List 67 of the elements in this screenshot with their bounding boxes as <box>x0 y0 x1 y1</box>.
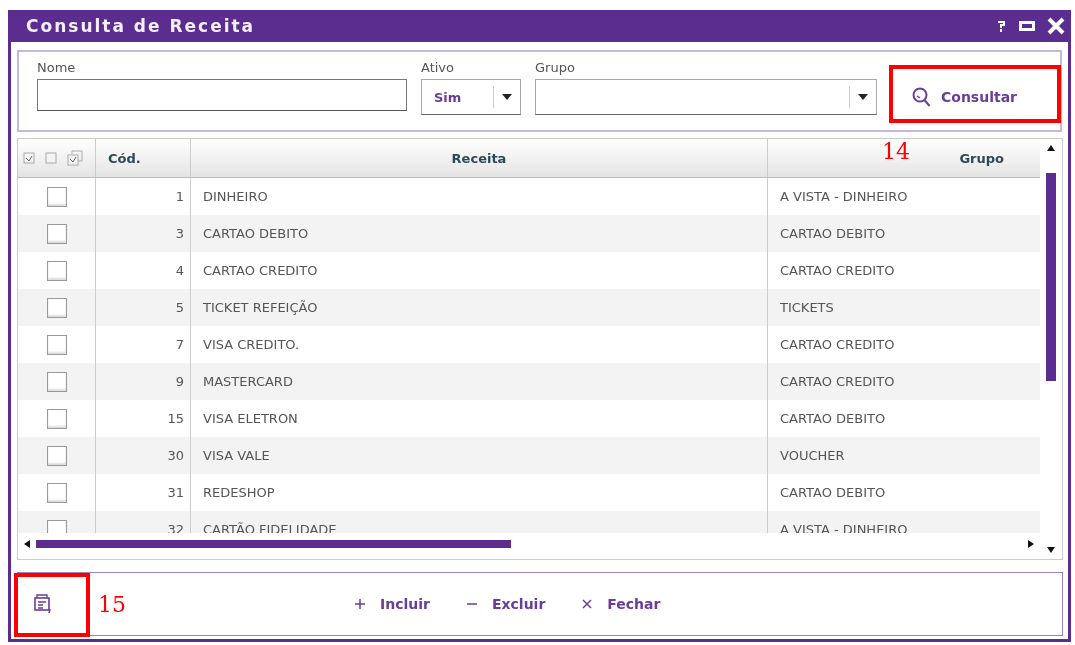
help-icon[interactable] <box>997 19 1007 33</box>
table-cell: VOUCHER <box>780 448 845 463</box>
caret-icon <box>858 93 868 101</box>
table-cell: 3 <box>175 226 184 241</box>
table-cell: REDESHOP <box>203 485 275 500</box>
row-checkbox[interactable] <box>46 260 67 281</box>
annotation-number: 14 <box>882 139 910 164</box>
caret-icon <box>502 93 512 101</box>
field-label: Ativo <box>421 60 456 75</box>
table-cell: TICKET REFEIÇÃO <box>203 300 318 315</box>
table-cell: CARTAO CREDITO <box>780 337 895 352</box>
scroll-down-icon[interactable] <box>1047 547 1055 553</box>
annotation-number: 15 <box>98 591 126 617</box>
search-icon <box>911 86 933 108</box>
window-title: Consulta de Receita <box>26 16 256 36</box>
table-cell: VISA VALE <box>203 448 270 463</box>
table-cell: CARTAO DEBITO <box>780 226 886 241</box>
close-icon[interactable] <box>1047 17 1065 35</box>
table-cell: VISA ELETRON <box>203 411 298 426</box>
table-cell: 15 <box>167 411 184 426</box>
scrollbar-thumb[interactable] <box>36 540 511 548</box>
scroll-up-icon[interactable] <box>1047 145 1055 151</box>
row-checkbox[interactable] <box>46 408 67 429</box>
column-header[interactable]: Receita <box>451 150 507 166</box>
table-cell: CARTAO DEBITO <box>780 411 886 426</box>
table-cell: CARTAO DEBITO <box>780 485 886 500</box>
name-input-field[interactable] <box>37 79 407 111</box>
row-checkbox[interactable] <box>46 519 67 533</box>
scrollbar-thumb[interactable] <box>1046 173 1056 381</box>
column-header[interactable]: Grupo <box>959 150 1004 166</box>
active-dropdown[interactable]: Sim <box>421 79 521 115</box>
row-checkbox[interactable] <box>46 334 67 355</box>
row-checkbox[interactable] <box>46 371 67 392</box>
table-cell: VISA CREDITO. <box>203 337 300 352</box>
table-cell: 5 <box>175 300 184 315</box>
footer-button[interactable]: Incluir <box>346 592 438 616</box>
field-label: Grupo <box>535 60 576 75</box>
table-cell: 1 <box>175 189 184 204</box>
row-checkbox[interactable] <box>46 186 67 207</box>
table-cell: A VISTA - DINHEIRO <box>780 189 908 204</box>
table-cell: 4 <box>175 263 184 278</box>
group-dropdown[interactable] <box>535 79 877 115</box>
table-cell: 30 <box>167 448 184 463</box>
footer-button[interactable]: Fechar <box>573 592 669 616</box>
table-cell: CARTAO DEBITO <box>203 226 309 241</box>
table-cell: DINHEIRO <box>203 189 268 204</box>
row-checkbox[interactable] <box>46 223 67 244</box>
table-cell: MASTERCARD <box>203 374 293 389</box>
table-cell: CARTAO CREDITO <box>203 263 318 278</box>
table-cell: CARTAO CREDITO <box>780 263 895 278</box>
field-label: Nome <box>37 60 77 75</box>
report-icon[interactable] <box>32 593 54 615</box>
plus-icon <box>354 598 366 610</box>
row-checkbox[interactable] <box>46 297 67 318</box>
maximize-icon[interactable] <box>1019 20 1035 32</box>
column-header[interactable]: Cód. <box>108 150 141 166</box>
footer-button[interactable]: Excluir <box>457 592 554 616</box>
table-cell: 31 <box>167 485 184 500</box>
close-icon <box>581 598 594 610</box>
scroll-left-icon[interactable] <box>24 540 30 548</box>
table-cell: TICKETS <box>780 300 834 315</box>
row-checkbox[interactable] <box>46 482 67 503</box>
table-cell: CARTAO CREDITO <box>780 374 895 389</box>
table-cell: 9 <box>175 374 184 389</box>
scroll-right-icon[interactable] <box>1028 540 1034 548</box>
row-checkbox[interactable] <box>46 445 67 466</box>
table-cell: 7 <box>175 337 184 352</box>
